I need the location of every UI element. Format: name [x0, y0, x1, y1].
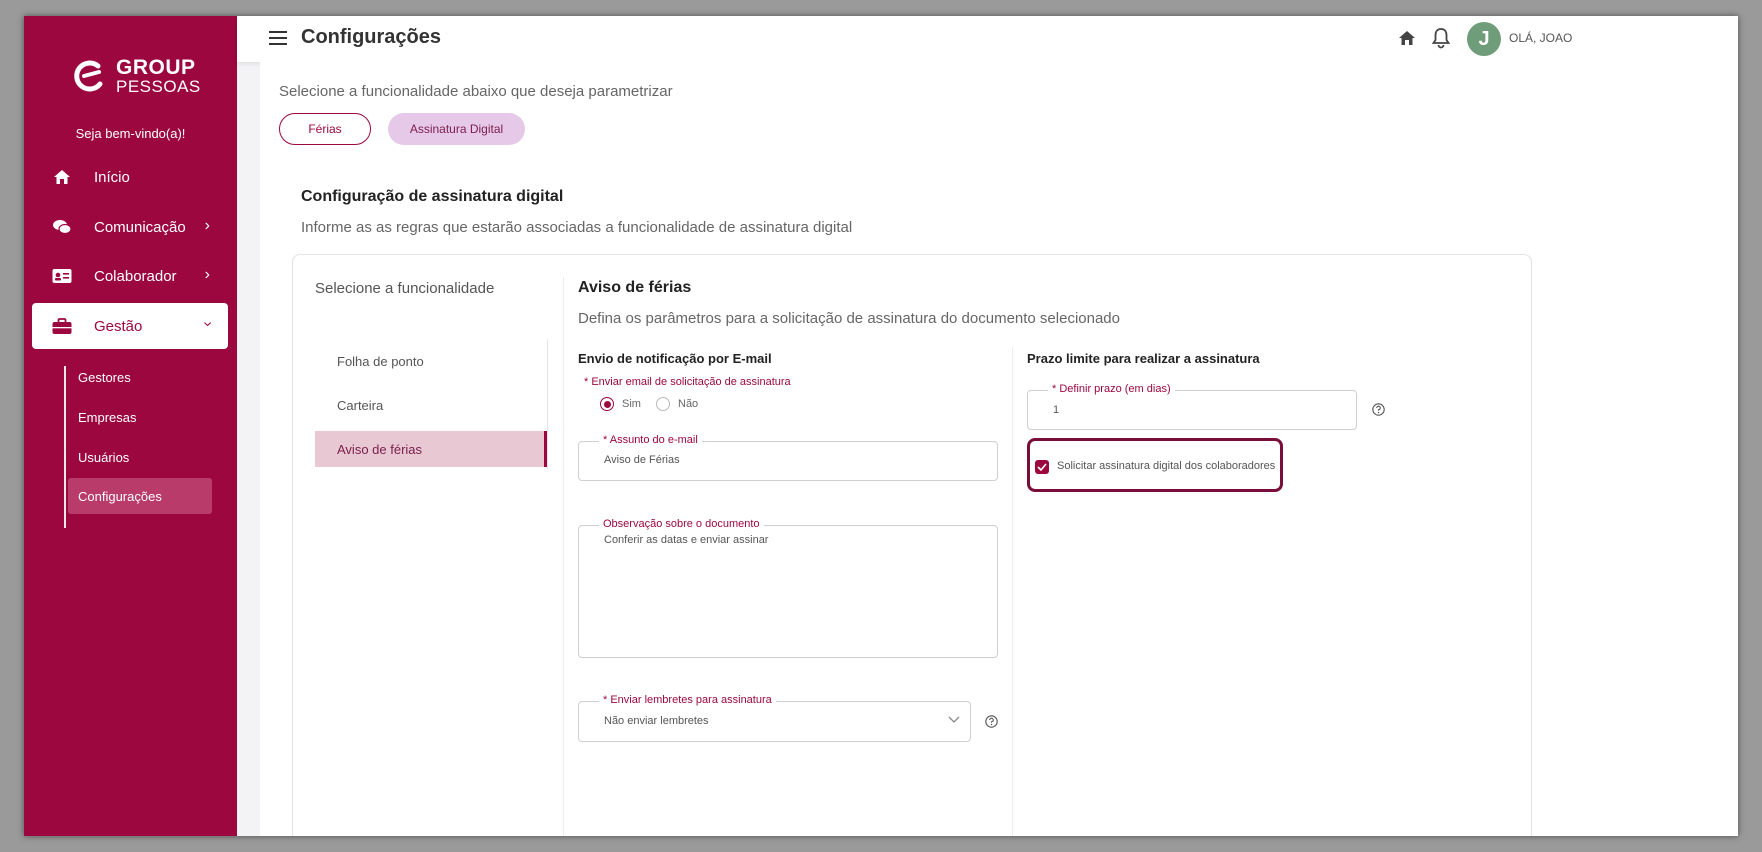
deadline-field[interactable]: * Definir prazo (em dias) 1 [1027, 383, 1357, 430]
briefcase-icon [50, 314, 74, 338]
section-description: Informe as as regras que estarão associa… [301, 219, 853, 236]
menu-icon[interactable] [269, 28, 287, 48]
radio-nao[interactable]: Não [656, 397, 698, 411]
chevron-right-icon: › [204, 217, 210, 234]
column-divider [563, 277, 564, 836]
home-icon [50, 165, 74, 189]
sidebar-subitem-empresas[interactable]: Empresas [68, 399, 212, 435]
panel-description: Defina os parâmetros para a solicitação … [578, 310, 1120, 327]
sidebar-item-label: Início [94, 168, 130, 186]
sidebar-item-label: Comunicação [94, 218, 186, 236]
radio-sim-control[interactable] [600, 397, 614, 411]
subnav-divider [64, 366, 66, 528]
id-card-icon [50, 264, 74, 288]
help-icon[interactable] [1372, 403, 1385, 416]
sidebar-item-comunicacao[interactable]: Comunicação › [32, 204, 228, 250]
pill-ferias[interactable]: Férias [279, 113, 371, 145]
config-card: Selecione a funcionalidade Folha de pont… [292, 254, 1532, 836]
sidebar-item-inicio[interactable]: Início [32, 154, 228, 200]
sidebar-item-colaborador[interactable]: Colaborador › [32, 253, 228, 299]
chat-icon [50, 215, 74, 239]
topbar: Configurações J OLÁ, JOAO [237, 16, 1738, 62]
column-divider [1012, 347, 1013, 836]
send-email-label-text: Enviar email de solicitação de assinatur… [591, 376, 791, 388]
sidebar-item-label: Gestão [94, 317, 143, 335]
subject-field-value[interactable]: Aviso de Férias [604, 454, 680, 466]
sidebar-item-label: Colaborador [94, 267, 177, 285]
page-subtitle: Selecione a funcionalidade abaixo que de… [279, 83, 673, 100]
radio-sim-label: Sim [622, 398, 641, 410]
page-title: Configurações [301, 26, 442, 48]
panel-title: Aviso de férias [578, 279, 692, 296]
reminder-label: * Enviar lembretes para assinatura [599, 694, 776, 706]
user-greeting[interactable]: OLÁ, JOAO [1509, 31, 1572, 45]
subject-field-label-text: Assunto do e-mail [609, 434, 698, 446]
observation-value[interactable]: Conferir as datas e enviar assinar [604, 534, 768, 546]
avatar[interactable]: J [1467, 22, 1501, 56]
reminder-label-text: Enviar lembretes para assinatura [610, 694, 772, 706]
sidebar: GROUP PESSOAS Seja bem-vindo(a)! Início … [24, 16, 237, 836]
functionality-item-aviso-de-ferias[interactable]: Aviso de férias [315, 431, 547, 467]
chevron-right-icon: › [204, 266, 210, 283]
email-group-title: Envio de notificação por E-mail [578, 351, 772, 366]
deadline-group-title: Prazo limite para realizar a assinatura [1027, 351, 1260, 366]
sidebar-subitem-gestores[interactable]: Gestores [68, 359, 212, 395]
welcome-text: Seja bem-vindo(a)! [75, 126, 186, 141]
chevron-down-icon[interactable] [948, 716, 960, 724]
reminder-value: Não enviar lembretes [604, 715, 709, 727]
digital-signature-checkbox-label[interactable]: Solicitar assinatura digital dos colabor… [1057, 460, 1275, 472]
screenshot-frame: GROUP PESSOAS Seja bem-vindo(a)! Início … [0, 0, 1762, 852]
deadline-field-label: * Definir prazo (em dias) [1048, 383, 1175, 395]
deadline-field-label-text: Definir prazo (em dias) [1059, 383, 1171, 395]
functionality-list-title: Selecione a funcionalidade [315, 280, 495, 297]
radio-nao-label: Não [678, 398, 699, 410]
deadline-field-value[interactable]: 1 [1053, 404, 1059, 416]
sidebar-subitem-usuarios[interactable]: Usuários [68, 439, 212, 475]
app-window: GROUP PESSOAS Seja bem-vindo(a)! Início … [24, 16, 1738, 836]
subject-field[interactable]: * Assunto do e-mail Aviso de Férias [578, 434, 998, 481]
sidebar-item-gestao[interactable]: Gestão › [32, 303, 228, 349]
checkmark-icon [1037, 463, 1047, 471]
subject-field-label: * Assunto do e-mail [599, 434, 702, 446]
brand-logo[interactable]: GROUP PESSOAS [72, 56, 202, 100]
pill-assinatura-digital[interactable]: Assinatura Digital [388, 113, 525, 145]
help-icon[interactable] [985, 715, 998, 728]
chevron-down-icon: › [199, 321, 217, 327]
reminder-select[interactable]: * Enviar lembretes para assinatura Não e… [578, 694, 971, 742]
logo-mark-icon [74, 60, 103, 92]
send-email-label: * Enviar email de solicitação de assinat… [584, 376, 791, 388]
radio-sim[interactable]: Sim [600, 397, 641, 411]
observation-textarea[interactable]: Observação sobre o documento Conferir as… [578, 518, 998, 658]
home-icon[interactable] [1397, 28, 1417, 48]
bell-icon[interactable] [1430, 26, 1452, 50]
digital-signature-checkbox[interactable] [1035, 460, 1049, 474]
observation-label: Observação sobre o documento [599, 518, 764, 530]
section-title: Configuração de assinatura digital [301, 188, 564, 205]
brand-subname: PESSOAS [116, 77, 201, 96]
sidebar-subitem-configuracoes[interactable]: Configurações [68, 478, 212, 514]
functionality-item-carteira[interactable]: Carteira [315, 387, 547, 423]
list-divider [547, 339, 548, 469]
radio-nao-control[interactable] [656, 397, 670, 411]
main-content: Selecione a funcionalidade abaixo que de… [260, 62, 1738, 836]
functionality-item-folha-de-ponto[interactable]: Folha de ponto [315, 343, 547, 379]
